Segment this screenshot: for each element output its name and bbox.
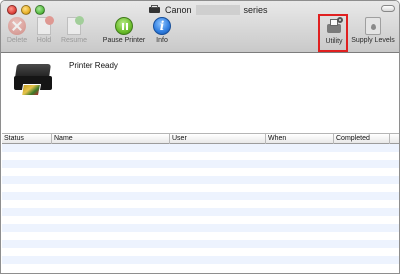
empty-row [2, 208, 399, 216]
empty-row [2, 248, 399, 256]
toolbar-toggle-button[interactable] [381, 5, 395, 12]
window-title-prefix: Canon [165, 4, 192, 15]
column-header-when[interactable]: When [266, 134, 334, 144]
window-title: Canon series [149, 3, 268, 16]
printer-status: Printer Ready [69, 61, 118, 70]
pause-printer-button[interactable]: Pause Printer [100, 17, 148, 44]
close-window-button[interactable] [7, 5, 17, 15]
empty-row [2, 264, 399, 272]
hold-button[interactable]: Hold [33, 16, 55, 44]
delete-icon [8, 17, 26, 35]
info-button-label: Info [156, 37, 168, 44]
empty-row [2, 240, 399, 248]
empty-row [2, 176, 399, 184]
info-button[interactable]: i Info [152, 17, 172, 44]
column-header-status[interactable]: Status [2, 134, 52, 144]
column-header-user[interactable]: User [170, 134, 266, 144]
minimize-window-button[interactable] [21, 5, 31, 15]
pause-icon [115, 17, 133, 35]
empty-row [2, 184, 399, 192]
supply-levels-icon [365, 17, 381, 35]
queue-rows [2, 144, 399, 272]
column-header-spacer [390, 134, 399, 144]
resume-icon [67, 16, 84, 35]
empty-row [2, 216, 399, 224]
delete-button-label: Delete [6, 37, 28, 44]
printer-info-panel: Printer Ready [1, 54, 399, 132]
resume-button-label: Resume [60, 37, 88, 44]
redacted-model-name [195, 4, 240, 15]
print-queue-table[interactable]: Status Name User When Completed [2, 133, 399, 273]
empty-row [2, 232, 399, 240]
column-header-completed[interactable]: Completed [334, 134, 390, 144]
empty-row [2, 200, 399, 208]
delete-button[interactable]: Delete [4, 17, 30, 44]
printer-icon [149, 5, 160, 14]
empty-row [2, 152, 399, 160]
resume-button[interactable]: Resume [59, 16, 89, 44]
print-queue-window: Canon series Delete Hold Resume Pause Pr… [0, 0, 400, 274]
empty-row [2, 224, 399, 232]
empty-row [2, 192, 399, 200]
toolbar: Canon series Delete Hold Resume Pause Pr… [1, 1, 399, 53]
supply-levels-button[interactable]: Supply Levels [349, 17, 397, 44]
window-title-suffix: series [243, 4, 268, 15]
table-header: Status Name User When Completed [2, 133, 399, 144]
empty-row [2, 160, 399, 168]
empty-row [2, 168, 399, 176]
info-icon: i [153, 17, 171, 35]
zoom-window-button[interactable] [35, 5, 45, 15]
column-header-name[interactable]: Name [52, 134, 170, 144]
empty-row [2, 256, 399, 264]
pause-printer-button-label: Pause Printer [102, 37, 146, 44]
printer-image [14, 62, 54, 100]
hold-button-label: Hold [36, 37, 52, 44]
empty-row [2, 144, 399, 152]
supply-levels-button-label: Supply Levels [351, 37, 395, 44]
hold-icon [37, 16, 54, 35]
utility-highlight-box [318, 14, 348, 52]
